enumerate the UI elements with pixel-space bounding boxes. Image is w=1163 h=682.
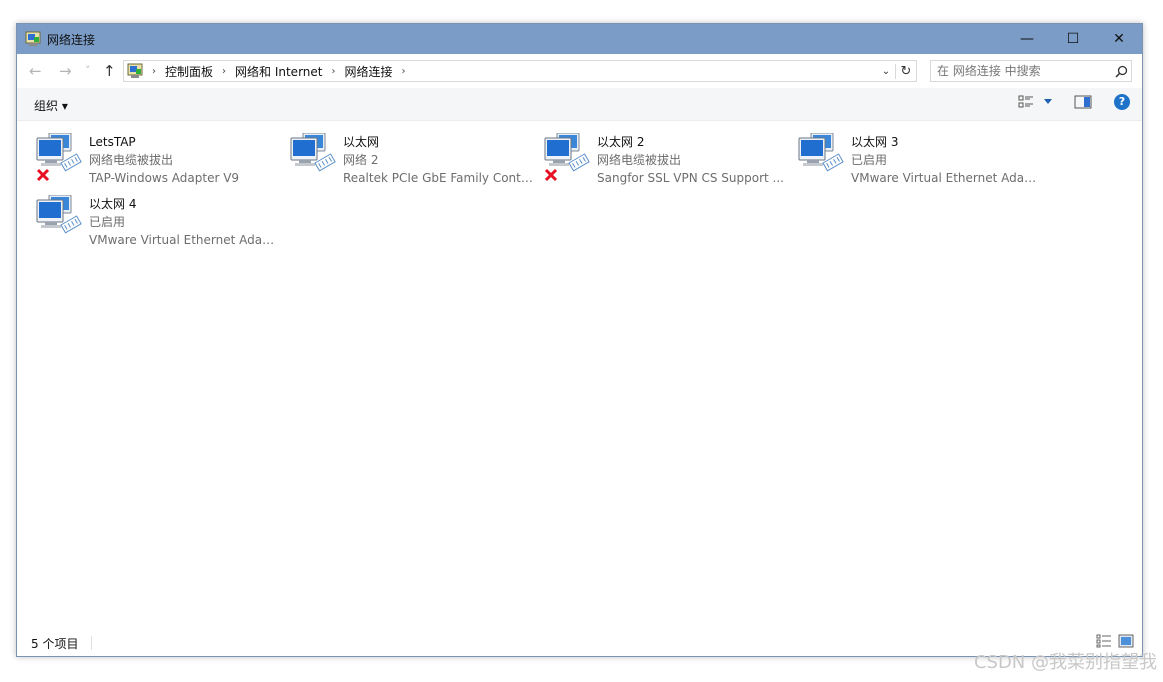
connection-status: 网络电缆被拔出 xyxy=(89,153,174,167)
connection-item-ethernet-4[interactable]: 以太网 4 已启用 VMware Virtual Ethernet Adap..… xyxy=(35,195,285,255)
network-adapter-icon xyxy=(798,133,844,172)
search-icon[interactable] xyxy=(1111,65,1131,78)
connection-item-ethernet-3[interactable]: 以太网 3 已启用 VMware Virtual Ethernet Adap..… xyxy=(797,133,1047,193)
title-bar: 网络连接 — ☐ ✕ xyxy=(17,24,1142,54)
minimize-button[interactable]: — xyxy=(1004,24,1050,54)
connection-name: 以太网 3 xyxy=(851,135,899,149)
connection-item-ethernet-2[interactable]: 以太网 2 网络电缆被拔出 Sangfor SSL VPN CS Support… xyxy=(543,133,793,193)
connection-name: 以太网 2 xyxy=(597,135,645,149)
large-icons-view-icon[interactable] xyxy=(1118,634,1134,648)
connection-adapter: Realtek PCIe GbE Family Contr... xyxy=(343,171,535,185)
forward-button[interactable]: → xyxy=(59,62,72,80)
command-bar: 组织 ▾ ? xyxy=(17,88,1142,121)
breadcrumb-network-internet[interactable]: 网络和 Internet xyxy=(231,63,326,80)
breadcrumb: › 控制面板 › 网络和 Internet › 网络连接 › xyxy=(147,63,411,80)
watermark: CSDN @我菜别指望我 xyxy=(973,652,1157,673)
connection-name: 以太网 4 xyxy=(89,197,137,211)
chevron-right-icon[interactable]: › xyxy=(326,66,340,77)
up-button[interactable]: ↑ xyxy=(103,62,116,80)
close-icon: ✕ xyxy=(1113,31,1125,47)
maximize-button[interactable]: ☐ xyxy=(1050,24,1096,54)
network-adapter-icon xyxy=(36,133,82,182)
connection-status: 已启用 xyxy=(851,153,888,167)
network-connections-icon xyxy=(25,31,41,46)
recent-locations-button[interactable]: ˅ xyxy=(85,64,91,77)
connection-status: 网络电缆被拔出 xyxy=(597,153,682,167)
connection-status: 网络 2 xyxy=(343,153,379,167)
connection-name: 以太网 xyxy=(343,135,380,149)
network-adapter-icon xyxy=(36,195,82,234)
back-button[interactable]: ← xyxy=(29,62,42,80)
control-panel-icon xyxy=(127,63,143,78)
network-adapter-icon xyxy=(290,133,336,172)
search-box xyxy=(930,60,1132,82)
connection-adapter: TAP-Windows Adapter V9 xyxy=(89,171,240,185)
network-adapter-icon xyxy=(544,133,590,182)
refresh-button[interactable]: ↻ xyxy=(895,63,916,79)
chevron-right-icon[interactable]: › xyxy=(397,66,411,77)
search-input[interactable] xyxy=(937,64,1111,78)
help-button[interactable]: ? xyxy=(1114,94,1130,110)
address-bar[interactable]: › 控制面板 › 网络和 Internet › 网络连接 › ⌄ ↻ xyxy=(123,60,917,82)
address-history-dropdown[interactable]: ⌄ xyxy=(877,66,895,77)
status-divider xyxy=(91,636,92,650)
explorer-window: 网络连接 — ☐ ✕ ← → ˅ ↑ › 控制面板 › 网络和 Internet… xyxy=(16,23,1143,657)
connection-status: 已启用 xyxy=(89,215,126,229)
chevron-down-icon xyxy=(1044,99,1052,104)
change-view-button[interactable] xyxy=(1018,95,1052,109)
disconnected-x-icon xyxy=(36,168,50,182)
connection-adapter: Sangfor SSL VPN CS Support ... xyxy=(597,171,784,185)
breadcrumb-network-connections[interactable]: 网络连接 xyxy=(340,63,396,80)
connections-list: LetsTAP 网络电缆被拔出 TAP-Windows Adapter V9 以… xyxy=(17,121,1142,626)
details-view-icon[interactable] xyxy=(1096,634,1112,648)
chevron-right-icon[interactable]: › xyxy=(147,66,161,77)
organize-menu-button[interactable]: 组织 ▾ xyxy=(34,97,68,114)
connection-adapter: VMware Virtual Ethernet Adap... xyxy=(851,171,1043,185)
navigation-bar: ← → ˅ ↑ › 控制面板 › 网络和 Internet › 网络连接 › ⌄ xyxy=(17,54,1142,88)
connection-item-ethernet[interactable]: 以太网 网络 2 Realtek PCIe GbE Family Contr..… xyxy=(289,133,539,193)
connection-adapter: VMware Virtual Ethernet Adap... xyxy=(89,233,281,247)
view-options-icon xyxy=(1018,95,1033,108)
preview-pane-icon[interactable] xyxy=(1074,95,1092,109)
close-button[interactable]: ✕ xyxy=(1096,24,1142,54)
item-count: 5 个项目 xyxy=(31,637,79,651)
window-title: 网络连接 xyxy=(47,32,96,47)
disconnected-x-icon xyxy=(544,168,558,182)
maximize-icon: ☐ xyxy=(1066,31,1080,47)
chevron-right-icon[interactable]: › xyxy=(217,66,231,77)
minimize-icon: — xyxy=(1020,31,1034,47)
connection-name: LetsTAP xyxy=(89,135,136,149)
connection-item-letstap[interactable]: LetsTAP 网络电缆被拔出 TAP-Windows Adapter V9 xyxy=(35,133,285,193)
breadcrumb-control-panel[interactable]: 控制面板 xyxy=(161,63,217,80)
